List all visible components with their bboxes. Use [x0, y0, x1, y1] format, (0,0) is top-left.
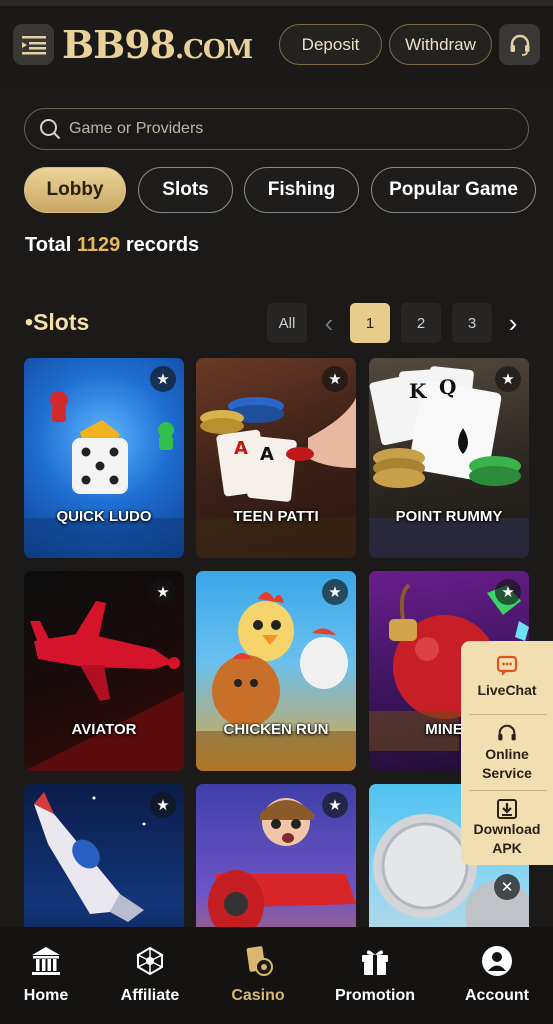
tab-lobby[interactable]: Lobby [24, 167, 126, 213]
favorite-star-icon[interactable]: ★ [322, 792, 348, 818]
favorite-star-icon[interactable]: ★ [495, 579, 521, 605]
floating-side-menu: LiveChat Online Service Download APK [461, 641, 553, 865]
online-service-label-2: Service [482, 765, 532, 781]
header: BB98.COM Deposit Withdraw [0, 6, 553, 86]
hamburger-icon [21, 35, 46, 54]
chevron-left-icon[interactable]: ‹ [318, 303, 340, 343]
bank-icon [32, 947, 60, 975]
support-button[interactable] [499, 24, 540, 65]
pagination-page-2[interactable]: 2 [401, 303, 441, 343]
favorite-star-icon[interactable]: ★ [150, 366, 176, 392]
logo-suffix: .COM [175, 35, 253, 65]
nav-promotion-label: Promotion [335, 987, 415, 1004]
section-title-text: Slots [33, 309, 90, 335]
tab-popular-game[interactable]: Popular Game [371, 167, 536, 213]
user-icon [482, 946, 512, 976]
svg-text:K: K [409, 379, 427, 403]
section-bullet: • [25, 309, 34, 335]
network-icon [137, 946, 163, 976]
favorite-star-icon[interactable]: ★ [322, 579, 348, 605]
online-service-label-1: Online [485, 746, 529, 762]
chevron-right-icon[interactable]: › [502, 303, 524, 343]
favorite-star-icon[interactable]: ★ [150, 579, 176, 605]
cards-chip-icon [246, 946, 273, 976]
nav-affiliate-label: Affiliate [120, 987, 180, 1004]
menu-button[interactable] [13, 24, 54, 65]
game-title: POINT RUMMY [395, 508, 503, 525]
game-card-quick-ludo[interactable]: ★ QUICK LUDO [24, 358, 184, 558]
logo-main: BB98 [62, 22, 176, 67]
bottom-nav: Home Affiliate Casino Promotion Account [0, 927, 553, 1024]
headset-icon [498, 724, 516, 741]
page: BB98.COM Deposit Withdraw Game or Provid… [0, 0, 553, 1024]
search-placeholder: Game or Providers [69, 120, 204, 137]
favorite-star-icon[interactable]: ★ [322, 366, 348, 392]
total-prefix: Total [25, 234, 72, 256]
download-apk-button[interactable]: Download APK [461, 798, 553, 858]
favorite-star-icon[interactable]: ★ [150, 792, 176, 818]
nav-home[interactable]: Home [0, 945, 96, 1005]
section-title: •Slots [25, 309, 89, 336]
chat-bubble-icon [496, 655, 518, 676]
nav-account-label: Account [465, 987, 529, 1004]
pagination-page-3[interactable]: 3 [452, 303, 492, 343]
withdraw-button[interactable]: Withdraw [389, 24, 492, 65]
search-icon [40, 119, 61, 140]
nav-home-label: Home [23, 987, 69, 1004]
game-title: CHICKEN RUN [223, 721, 329, 738]
download-label-1: Download [473, 821, 541, 837]
search-input[interactable]: Game or Providers [24, 108, 529, 150]
gift-icon [362, 950, 388, 975]
nav-affiliate[interactable]: Affiliate [100, 945, 200, 1005]
total-count: 1129 [76, 234, 121, 256]
logo[interactable]: BB98.COM [62, 22, 253, 67]
svg-text:A: A [260, 444, 274, 465]
total-records: Total 1129 records [25, 234, 199, 257]
online-service-button[interactable]: Online Service [461, 723, 553, 783]
game-card-teen-patti[interactable]: A A ★ TEEN PATTI [196, 358, 356, 558]
tab-slots[interactable]: Slots [138, 167, 233, 213]
game-title: QUICK LUDO [56, 508, 152, 525]
game-card-aviator[interactable]: ★ AVIATOR [24, 571, 184, 771]
game-title: AVIATOR [71, 721, 137, 738]
nav-account[interactable]: Account [447, 945, 547, 1005]
favorite-star-icon[interactable]: ★ [495, 366, 521, 392]
nav-promotion[interactable]: Promotion [325, 945, 425, 1005]
download-label-2: APK [492, 840, 522, 856]
download-icon [497, 799, 517, 819]
close-icon[interactable]: ✕ [494, 874, 520, 900]
divider [469, 714, 547, 715]
headset-icon [510, 34, 529, 56]
nav-casino-label: Casino [231, 987, 285, 1004]
svg-text:A: A [234, 438, 248, 459]
tab-fishing[interactable]: Fishing [244, 167, 359, 213]
nav-casino[interactable]: Casino [208, 945, 308, 1005]
livechat-button[interactable]: LiveChat [461, 655, 553, 700]
livechat-label: LiveChat [477, 682, 537, 698]
pagination-page-1[interactable]: 1 [350, 303, 390, 343]
game-card-chicken-run[interactable]: ★ CHICKEN RUN [196, 571, 356, 771]
total-suffix: records [125, 234, 200, 256]
game-card-point-rummy[interactable]: K Q ★ POINT RUMMY [369, 358, 529, 558]
deposit-button[interactable]: Deposit [279, 24, 382, 65]
game-title: TEEN PATTI [233, 508, 319, 525]
pagination-all[interactable]: All [267, 303, 307, 343]
divider [469, 790, 547, 791]
svg-text:Q: Q [439, 375, 456, 399]
